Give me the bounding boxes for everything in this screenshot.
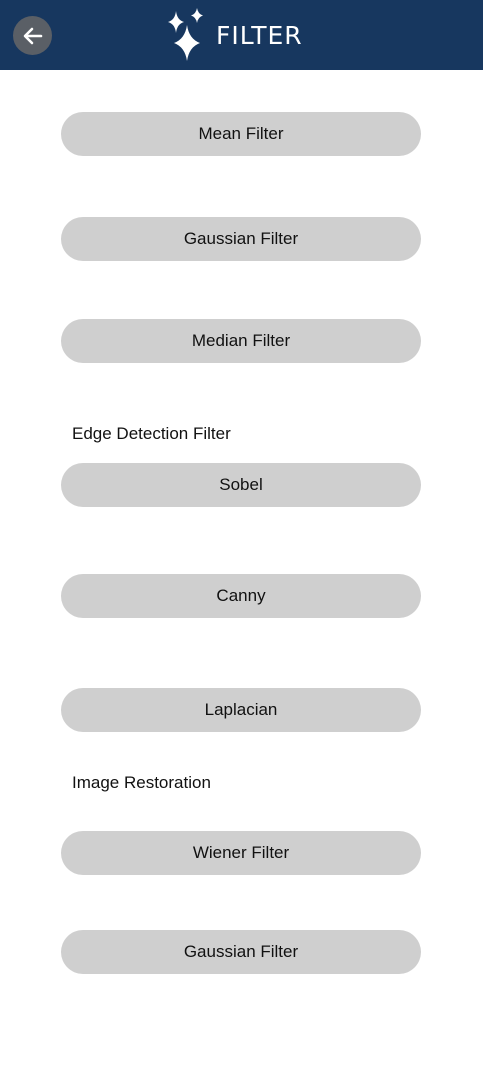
app-header: FILTER xyxy=(0,0,483,70)
gaussian-filter-button[interactable]: Gaussian Filter xyxy=(61,217,421,261)
sobel-button[interactable]: Sobel xyxy=(61,463,421,507)
section-label-image-restoration: Image Restoration xyxy=(72,773,211,792)
arrow-left-icon xyxy=(23,27,42,44)
page-title: FILTER xyxy=(216,21,303,50)
median-filter-button[interactable]: Median Filter xyxy=(61,319,421,363)
laplacian-button[interactable]: Laplacian xyxy=(61,688,421,732)
canny-button[interactable]: Canny xyxy=(61,574,421,618)
sparkle-icon xyxy=(168,8,203,61)
section-label-edge-detection: Edge Detection Filter xyxy=(72,424,231,443)
back-button[interactable] xyxy=(13,16,52,55)
wiener-filter-button[interactable]: Wiener Filter xyxy=(61,831,421,875)
gaussian-restoration-button[interactable]: Gaussian Filter xyxy=(61,930,421,974)
mean-filter-button[interactable]: Mean Filter xyxy=(61,112,421,156)
